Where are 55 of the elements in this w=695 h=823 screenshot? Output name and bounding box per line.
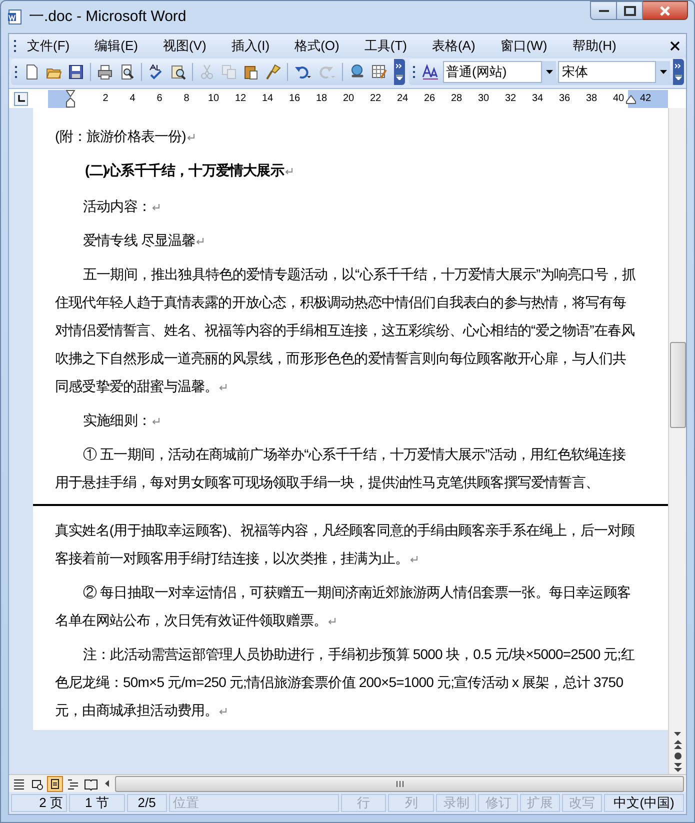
ruler-number: 26 <box>422 92 436 104</box>
status-field: 1 节 <box>68 794 125 812</box>
status-field: 修订 <box>478 794 518 812</box>
status-field: 2/5 <box>126 794 167 812</box>
status-field: 行 <box>340 794 386 812</box>
ruler-number: 22 <box>368 92 382 104</box>
ruler[interactable]: 2 4 6 8 10 12 14 16 18 20 22 24 26 28 30 32 34 36 38 40 42 <box>48 90 668 108</box>
ruler-number: 30 <box>476 92 490 104</box>
paragraph: ① 五一期间，活动在商城前广场举办“心系千千结，十万爱情大展示”活动，用红色软绳连接用于悬挂手绢，每对男女顾客可现场领取手绢一块，提供油性马克笔供顾客撰写爱情誓言、 <box>55 445 626 492</box>
menu-item[interactable]: 表格(A) <box>426 36 482 56</box>
paragraph: 五一期间，推出独具特色的爱情专题活动，以“心系千千结，十万爱情大展示”为响亮口号，抓住现代年轻人趋于真情表露的开放心态，积极调动热恋中情侣们自我表白的参与热情，将写有每对情侣爱情誓言、姓名、祝福等内容的手绢相互连接，这五彩缤纷、心心相结的“爱之物语”在春风吹拂之下自然形成一道亮丽的风景线，而形形色色的爱情誓言则向每位顾客敞开心扉，与人们共同感受挚爱的甜蜜与温馨。 <box>55 265 637 396</box>
paragraph: 真实姓名(用于抽取幸运顾客)、祝福等内容，凡经顾客同意的手绢由顾客亲手系在绳上，后一对顾客接着前一对顾客用手绢打结连接，以次类推，挂满为止。 <box>55 521 636 568</box>
menu-item[interactable]: 窗口(W) <box>494 36 554 56</box>
ruler-number: 18 <box>314 92 328 104</box>
ruler-number: 28 <box>450 92 464 104</box>
ruler-number: 42 <box>638 92 652 104</box>
paragraph: 注：此活动需营运部管理人员协助进行，手绢初步预算 5000 块，0.5 元/块×5000=2500 元;红色尼龙绳：50m×5 元/m=250 元;情侣旅游套票价值 200×5=1000 元;宣传活动 x 展架，总计 3750 元，由商城承担活动费用。 <box>55 645 636 720</box>
style-dropdown[interactable]: 普通(网站) <box>443 61 542 83</box>
ruler-number: 36 <box>558 92 572 104</box>
ruler-number: 20 <box>342 92 356 104</box>
status-field: 列 <box>388 794 434 812</box>
paragraph: 爱情专线 尽显温馨 <box>55 226 637 254</box>
menu-item[interactable]: 视图(V) <box>156 36 212 56</box>
paragraph: 活动内容： <box>55 192 637 220</box>
ruler-number: 16 <box>288 92 302 104</box>
status-field: 录制 <box>436 794 476 812</box>
menu-item[interactable]: 帮助(H) <box>566 36 622 56</box>
ruler-number: 8 <box>182 92 190 104</box>
ruler-number: 32 <box>504 92 518 104</box>
status-field: 2 页 <box>11 794 67 812</box>
font-dropdown[interactable]: 宋体 <box>558 61 656 83</box>
ruler-number: 4 <box>128 92 136 104</box>
ruler-number: 40 <box>612 92 626 104</box>
paragraph: (附：旅游价格表一份) <box>55 122 637 150</box>
paragraph: ② 每日抽取一对幸运情侣，可获赠五一期间济南近郊旅游两人情侣套票一张。每日幸运顾客名单在网站公布，次日凭有效证件领取赠票。 <box>55 583 632 630</box>
status-field: 改写 <box>562 794 602 812</box>
ruler-number: 2 <box>102 92 110 104</box>
menu-item[interactable]: 文件(F) <box>21 36 76 56</box>
ruler-number: 6 <box>156 92 164 104</box>
window-title: 一.doc - Microsoft Word <box>29 6 186 27</box>
ruler-number: 24 <box>396 92 410 104</box>
menu-item[interactable]: 格式(O) <box>288 36 346 56</box>
menu-item[interactable]: 工具(T) <box>358 36 413 56</box>
menu-item[interactable]: 编辑(E) <box>88 36 144 56</box>
ruler-number: 14 <box>260 92 274 104</box>
status-field: 中文(中国) <box>604 794 684 812</box>
ruler-number: 10 <box>206 92 220 104</box>
ruler-number: 12 <box>234 92 248 104</box>
status-field: 扩展 <box>520 794 560 812</box>
status-field: 位置 <box>168 794 338 812</box>
ruler-number: 34 <box>530 92 544 104</box>
paragraph: 实施细则： <box>55 406 637 434</box>
section-heading: (二)心系千千结，十万爱情大展示 <box>55 156 637 184</box>
menu-item[interactable]: 插入(I) <box>225 36 276 56</box>
ruler-number: 38 <box>584 92 598 104</box>
